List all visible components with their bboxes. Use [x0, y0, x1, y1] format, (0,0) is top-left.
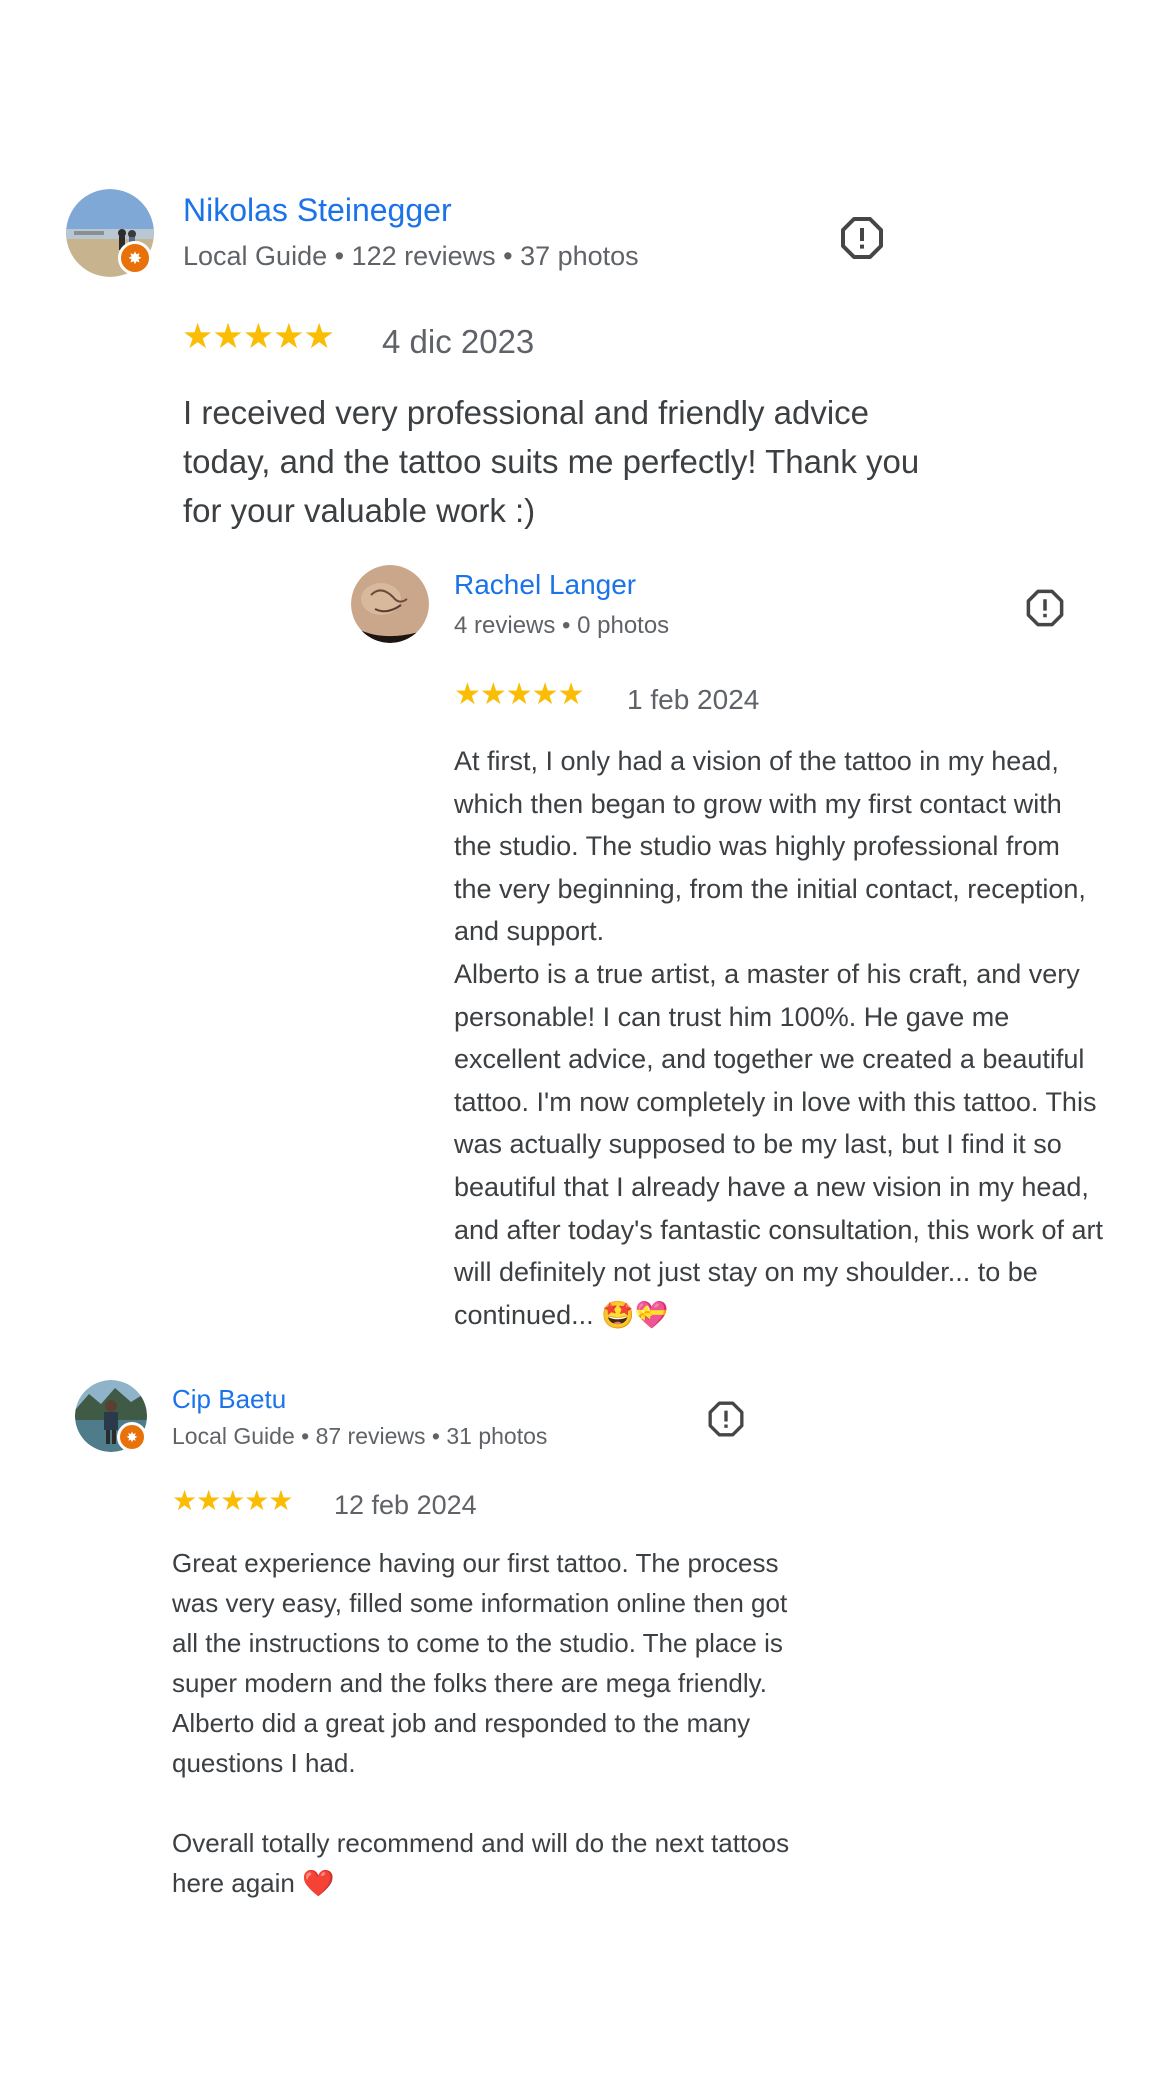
avatar[interactable]: ✸ — [66, 189, 154, 277]
review-date: 4 dic 2023 — [382, 323, 535, 360]
review-text: I received very professional and friendl… — [183, 394, 920, 529]
local-guide-star-icon: ✸ — [118, 241, 152, 275]
local-guide-star-icon: ✸ — [117, 1422, 147, 1452]
reviewer-meta: Local Guide • 122 reviews • 37 photos — [183, 241, 639, 271]
review-text: At first, I only had a vision of the tat… — [454, 746, 1103, 1330]
review-text: Great experience having our first tattoo… — [172, 1548, 790, 1898]
report-flag-icon[interactable] — [1024, 587, 1066, 629]
avatar[interactable]: ✸ — [75, 1380, 147, 1452]
review-date: 1 feb 2024 — [627, 684, 760, 715]
rating-stars: ★★★★★ — [182, 317, 335, 356]
reviewer-name[interactable]: Rachel Langer — [454, 569, 636, 601]
rating-stars: ★★★★★ — [172, 1485, 294, 1516]
report-flag-icon[interactable] — [838, 214, 886, 262]
reviewer-name[interactable]: Cip Baetu — [172, 1384, 286, 1415]
reviewer-meta: Local Guide • 87 reviews • 31 photos — [172, 1423, 548, 1449]
rating-stars: ★★★★★ — [454, 678, 584, 711]
reviewer-name[interactable]: Nikolas Steinegger — [183, 192, 452, 229]
review-date: 12 feb 2024 — [334, 1490, 477, 1520]
report-flag-icon[interactable] — [706, 1399, 746, 1439]
avatar-photo — [351, 565, 429, 643]
avatar[interactable] — [351, 565, 429, 643]
reviewer-meta: 4 reviews • 0 photos — [454, 612, 670, 639]
